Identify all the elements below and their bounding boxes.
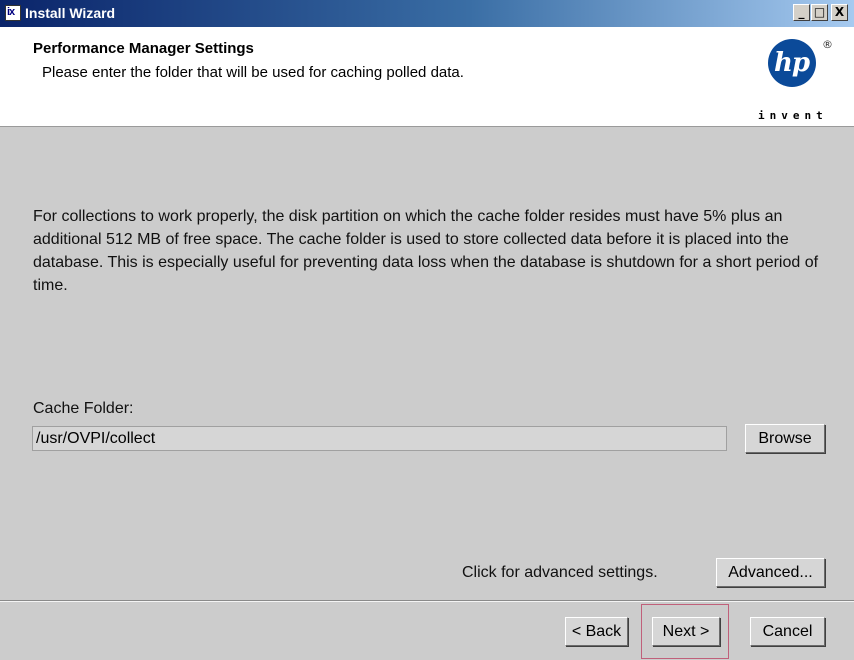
browse-button[interactable]: Browse: [745, 424, 825, 453]
minimize-icon: _: [798, 5, 805, 19]
page-title: Performance Manager Settings: [33, 40, 254, 57]
advanced-settings-text: Click for advanced settings.: [462, 564, 658, 581]
minimize-button[interactable]: _: [793, 4, 810, 21]
next-button[interactable]: Next >: [652, 617, 720, 646]
hp-logo-text: hp: [774, 48, 810, 78]
maximize-icon: □: [813, 5, 826, 19]
cancel-button[interactable]: Cancel: [750, 617, 825, 646]
close-button[interactable]: X: [831, 4, 848, 21]
maximize-button[interactable]: □: [811, 4, 828, 21]
close-icon: X: [834, 5, 845, 19]
wizard-header: Performance Manager Settings Please ente…: [0, 27, 854, 127]
app-icon[interactable]: ix: [5, 5, 21, 21]
hp-logo: hp: [768, 39, 816, 87]
advanced-button[interactable]: Advanced...: [716, 558, 825, 587]
page-subtitle: Please enter the folder that will be use…: [42, 64, 464, 81]
window-title: Install Wizard: [25, 5, 116, 21]
title-bar[interactable]: ix Install Wizard _ □ X: [0, 0, 854, 27]
cache-folder-input[interactable]: /usr/OVPI/collect: [32, 426, 727, 451]
cache-folder-label: Cache Folder:: [33, 400, 134, 417]
app-icon-text: ix: [7, 6, 15, 18]
description-text: For collections to work properly, the di…: [33, 208, 819, 294]
footer-divider: [0, 600, 854, 602]
logo-tagline: invent: [758, 109, 828, 122]
install-wizard-window: ix Install Wizard _ □ X Performance Mana…: [0, 0, 854, 660]
registered-mark: ®: [822, 38, 833, 51]
back-button[interactable]: < Back: [565, 617, 628, 646]
